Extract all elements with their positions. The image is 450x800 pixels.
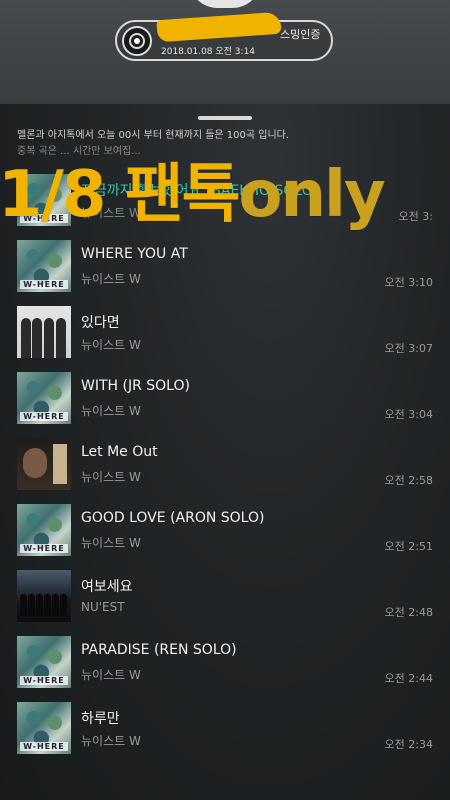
pill-datetime: 2018.01.08 오전 3:14 [161,47,256,57]
album-art-word: W-HERE [20,676,68,685]
overlay-main: 1/8 팬톡 [0,158,240,232]
album-art-word: W-HERE [20,280,68,289]
track-title: GOOD LOVE (ARON SOLO) [81,510,265,526]
album-art: W-HERE [17,636,71,688]
play-time: 오전 2:44 [384,672,433,685]
play-time: 오전 2:51 [384,540,433,553]
track-artist: 뉴이스트 W [81,470,141,484]
track-title: 여보세요 [81,579,133,595]
track-row[interactable]: W-HERE GOOD LOVE (ARON SOLO) 뉴이스트 W 오전 2:51 [0,498,450,564]
play-time: 오전 3: [398,210,433,223]
play-time: 오전 2:58 [384,474,433,487]
disc-icon [122,26,152,56]
play-time: 오전 3:07 [384,342,433,355]
play-time: 오전 3:10 [384,276,433,289]
track-title: WHERE YOU AT [81,246,188,262]
track-title: PARADISE (REN SOLO) [81,642,237,658]
streaming-proof-pill[interactable]: 스밍인증 2018.01.08 오전 3:14 [115,11,333,61]
pill-title: 스밍인증 [280,28,321,41]
album-art: W-HERE [17,702,71,754]
album-art: W-HERE [17,372,71,424]
album-art: W-HERE [17,504,71,556]
track-artist: 뉴이스트 W [81,734,141,748]
overlay-suffix: only [238,158,385,232]
album-art-word: W-HERE [20,412,68,421]
track-title: 있다면 [81,315,120,331]
track-row[interactable]: W-HERE PARADISE (REN SOLO) 뉴이스트 W 오전 2:44 [0,630,450,696]
track-row[interactable]: Let Me Out 뉴이스트 W 오전 2:58 [0,432,450,498]
track-row[interactable]: 여보세요 NU'EST 오전 2:48 [0,564,450,630]
track-row[interactable]: W-HERE 하루만뉴이스트 W 오전 2:34 [0,696,450,762]
album-art: W-HERE [17,240,71,292]
track-artist: 뉴이스트 W [81,404,141,418]
track-artist: NU'EST [81,600,125,614]
track-row[interactable]: W-HERE WITH (JR SOLO) 뉴이스트 W 오전 3:04 [0,366,450,432]
track-title: WITH (JR SOLO) [81,378,190,394]
track-artist: 뉴이스트 W [81,338,141,352]
track-row[interactable]: W-HERE WHERE YOU AT 뉴이스트 W 오전 3:10 [0,234,450,300]
drag-handle[interactable] [198,116,252,120]
fan-talk-overlay: 1/8 팬톡only [0,143,386,235]
album-art-word: W-HERE [20,544,68,553]
play-time: 오전 2:48 [384,606,433,619]
album-art [17,570,71,622]
track-title: Let Me Out [81,444,158,460]
track-artist: 뉴이스트 W [81,272,141,286]
track-artist: 뉴이스트 W [81,668,141,682]
track-title: 하루만 [81,711,120,727]
track-artist: 뉴이스트 W [81,536,141,550]
album-art-word: W-HERE [20,742,68,751]
track-row[interactable]: 있다면뉴이스트 W 오전 3:07 [0,300,450,366]
album-art [17,306,71,358]
play-time: 오전 2:34 [384,738,433,751]
notice-text: 멜론과 아지톡에서 오늘 00시 부터 현재까지 들은 100곡 입니다. [17,130,290,141]
album-art [17,438,71,490]
play-time: 오전 3:04 [384,408,433,421]
